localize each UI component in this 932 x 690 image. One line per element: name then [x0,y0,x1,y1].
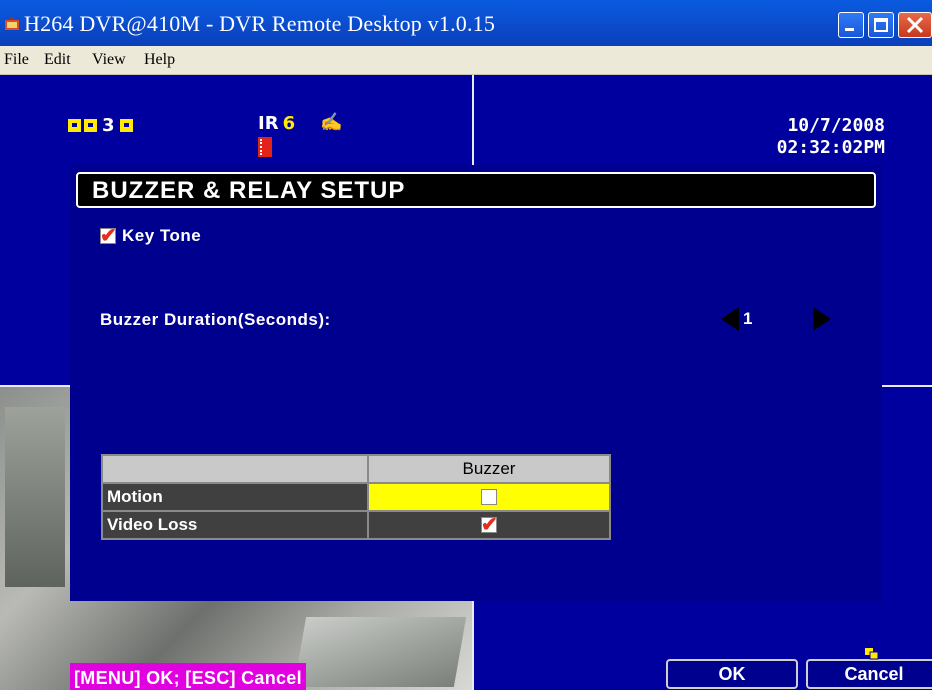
ir-label: IR [258,113,279,134]
close-icon [906,16,924,34]
buzzer-relay-dialog: BUZZER & RELAY SETUP Key Tone Buzzer Dur… [70,165,932,690]
table-header-buzzer: Buzzer [367,454,611,484]
time-text: 02:32:02PM [776,137,885,158]
table-row: Motion [101,482,611,512]
window-title: H264 DVR@410M - DVR Remote Desktop v1.0.… [24,11,496,36]
motion-buzzer-checkbox[interactable] [481,488,497,505]
menu-file[interactable]: File [4,51,29,69]
video-display[interactable]: 3 IR 6 ✍ 10/7/2008 02:32:02PM BUZZER & RE… [0,75,932,690]
key-tone-option[interactable]: Key Tone [100,223,202,248]
channel-indicator: 3 [68,114,133,136]
video-loss-buzzer-checkbox[interactable] [481,512,498,537]
menu-view[interactable]: View [92,51,126,69]
buzzer-table: Buzzer Motion Video Loss [101,454,611,540]
minimize-button[interactable] [838,12,864,38]
increase-arrow-icon[interactable] [813,307,831,331]
key-tone-label: Key Tone [122,226,202,245]
app-icon [5,17,19,30]
channel-number: 3 [102,114,115,136]
dialog-header: BUZZER & RELAY SETUP [76,172,876,208]
copy-icon [865,648,879,660]
minimize-icon [845,28,854,31]
key-hint: [MENU] OK; [ESC] Cancel [70,663,306,690]
row-label-motion: Motion [101,482,369,512]
decrease-arrow-icon[interactable] [721,307,739,331]
key-tone-checkbox[interactable] [100,223,117,248]
ir-indicator: IR 6 [258,113,295,134]
close-button[interactable] [898,12,932,38]
buzzer-duration-value[interactable]: 1 [739,308,813,330]
channel-icon [84,118,97,132]
dialog-title: BUZZER & RELAY SETUP [92,177,406,204]
maximize-button[interactable] [868,12,894,38]
cancel-button[interactable]: Cancel [806,659,932,689]
menu-edit[interactable]: Edit [44,51,71,69]
channel-icon [68,118,81,132]
table-row: Video Loss [101,510,611,540]
table-header-blank [101,454,369,484]
title-bar[interactable]: H264 DVR@410M - DVR Remote Desktop v1.0.… [0,0,932,46]
video-loss-buzzer-cell[interactable] [367,510,611,540]
row-label-video-loss: Video Loss [101,510,369,540]
buzzer-duration-spinner[interactable]: 1 [721,307,831,331]
motion-buzzer-cell[interactable] [367,482,611,512]
ir-channel: 6 [282,113,296,134]
channel-icon [119,118,133,132]
date-text: 10/7/2008 [787,115,885,136]
maximize-icon [874,18,888,32]
alarm-icon: ✍ [320,112,343,132]
datetime-display: 10/7/2008 02:32:02PM [777,115,885,159]
ok-button[interactable]: OK [666,659,798,689]
menu-bar: File Edit View Help [0,46,932,75]
table-header-row: Buzzer [101,454,611,484]
recording-icon [258,137,272,157]
menu-help[interactable]: Help [144,51,175,69]
buzzer-duration-label: Buzzer Duration(Seconds): [100,310,331,329]
